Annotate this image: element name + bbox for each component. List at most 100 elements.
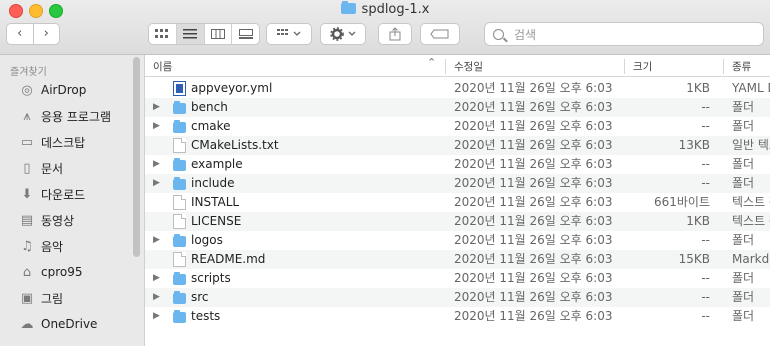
file-size: -- xyxy=(701,176,710,190)
file-size: -- xyxy=(701,157,710,171)
folder-icon xyxy=(173,272,186,285)
tag-button[interactable] xyxy=(420,23,460,45)
file-row[interactable]: README.md 2020년 11월 26일 오후 6:03 15KB Markdo xyxy=(145,250,770,269)
file-date: 2020년 11월 26일 오후 6:03 xyxy=(454,309,613,323)
file-kind: YAML D xyxy=(732,81,770,95)
document-icon xyxy=(173,138,186,153)
home-icon: ⌂ xyxy=(22,264,32,280)
folder-icon xyxy=(173,291,186,304)
file-date: 2020년 11월 26일 오후 6:03 xyxy=(454,176,613,190)
file-row[interactable]: ▶ bench 2020년 11월 26일 오후 6:03 -- 폴더 xyxy=(145,98,770,117)
column-divider[interactable] xyxy=(624,59,625,74)
sidebar-item-label: 다운로드 xyxy=(41,187,86,202)
sidebar-item-label: 문서 xyxy=(41,161,64,176)
file-row[interactable]: ▶ include 2020년 11월 26일 오후 6:03 -- 폴더 xyxy=(145,174,770,193)
sidebar-item-cpro95[interactable]: ⌂ cpro95 xyxy=(0,259,140,285)
icon-grid-icon xyxy=(155,29,169,38)
disclosure-triangle-icon[interactable]: ▶ xyxy=(153,117,160,136)
sidebar-item-응용 프로그램[interactable]: ⩚ 응용 프로그램 xyxy=(0,103,140,129)
disclosure-triangle-icon[interactable]: ▶ xyxy=(153,231,160,250)
file-size: 661바이트 xyxy=(653,195,710,209)
sidebar-item-데스크탑[interactable]: ▭ 데스크탑 xyxy=(0,129,140,155)
gear-icon xyxy=(330,27,356,41)
file-row[interactable]: ▶ src 2020년 11월 26일 오후 6:03 -- 폴더 xyxy=(145,288,770,307)
sidebar-item-문서[interactable]: ▯ 문서 xyxy=(0,155,140,181)
disclosure-triangle-icon[interactable]: ▶ xyxy=(153,269,160,288)
file-row[interactable]: LICENSE 2020년 11월 26일 오후 6:03 1KB 텍스트 편 xyxy=(145,212,770,231)
file-row[interactable]: ▶ logos 2020년 11월 26일 오후 6:03 -- 폴더 xyxy=(145,231,770,250)
file-size: -- xyxy=(701,100,710,114)
search-field[interactable]: 검색 xyxy=(484,22,764,46)
file-row[interactable]: ▶ scripts 2020년 11월 26일 오후 6:03 -- 폴더 xyxy=(145,269,770,288)
columns-icon xyxy=(210,29,225,39)
title-bar: spdlog-1.x ‹ › 검색 xyxy=(0,0,770,55)
sidebar-item-OneDrive[interactable]: ☁ OneDrive xyxy=(0,311,140,337)
disclosure-triangle-icon[interactable]: ▶ xyxy=(153,288,160,307)
file-kind: 폴더 xyxy=(732,290,755,304)
disclosure-triangle-icon[interactable]: ▶ xyxy=(153,98,160,117)
group-by-button[interactable] xyxy=(266,23,312,45)
file-size: -- xyxy=(701,119,710,133)
document-icon xyxy=(173,214,186,229)
back-button[interactable]: ‹ xyxy=(7,24,34,44)
file-date: 2020년 11월 26일 오후 6:03 xyxy=(454,290,613,304)
file-date: 2020년 11월 26일 오후 6:03 xyxy=(454,157,613,171)
document-icon xyxy=(173,195,186,210)
disclosure-triangle-icon[interactable]: ▶ xyxy=(153,307,160,326)
column-kind[interactable]: 종류 xyxy=(732,59,751,74)
sidebar-item-그림[interactable]: ▣ 그림 xyxy=(0,285,140,311)
file-name: logos xyxy=(191,233,223,247)
file-date: 2020년 11월 26일 오후 6:03 xyxy=(454,252,613,266)
file-kind: 폴더 xyxy=(732,119,755,133)
sidebar-item-다운로드[interactable]: ⬇ 다운로드 xyxy=(0,181,140,207)
file-row[interactable]: CMakeLists.txt 2020년 11월 26일 오후 6:03 13KB 일… xyxy=(145,136,770,155)
group-icon xyxy=(277,29,301,36)
file-date: 2020년 11월 26일 오후 6:03 xyxy=(454,271,613,285)
file-row[interactable]: ▶ example 2020년 11월 26일 오후 6:03 -- 폴더 xyxy=(145,155,770,174)
file-row[interactable]: appveyor.yml 2020년 11월 26일 오후 6:03 1KB YAML… xyxy=(145,79,770,98)
column-view-button[interactable] xyxy=(205,24,233,44)
file-size: 1KB xyxy=(686,81,710,95)
column-divider[interactable] xyxy=(723,59,724,74)
file-row[interactable]: ▶ tests 2020년 11월 26일 오후 6:03 -- 폴더 xyxy=(145,307,770,326)
sidebar-item-동영상[interactable]: ▤ 동영상 xyxy=(0,207,140,233)
file-name: INSTALL xyxy=(191,195,240,209)
movies-icon: ▤ xyxy=(20,212,34,228)
sidebar-item-label: 응용 프로그램 xyxy=(41,109,112,124)
forward-button[interactable]: › xyxy=(34,24,60,44)
file-size: 15KB xyxy=(678,252,710,266)
file-size: -- xyxy=(701,271,710,285)
file-date: 2020년 11월 26일 오후 6:03 xyxy=(454,138,613,152)
file-date: 2020년 11월 26일 오후 6:03 xyxy=(454,214,613,228)
disclosure-triangle-icon[interactable]: ▶ xyxy=(153,155,160,174)
file-row[interactable]: ▶ cmake 2020년 11월 26일 오후 6:03 -- 폴더 xyxy=(145,117,770,136)
file-kind: 폴더 xyxy=(732,233,755,247)
column-date[interactable]: 수정일 xyxy=(454,59,483,74)
file-kind: 폴더 xyxy=(732,271,755,285)
sidebar-item-label: 데스크탑 xyxy=(41,135,86,150)
sidebar-item-AirDrop[interactable]: ◎ AirDrop xyxy=(0,77,140,103)
pictures-icon: ▣ xyxy=(20,290,34,306)
sidebar-item-label: AirDrop xyxy=(41,83,87,97)
column-name[interactable]: 이름 xyxy=(153,59,172,74)
window-title: spdlog-1.x xyxy=(0,1,770,17)
file-name: include xyxy=(191,176,235,190)
folder-icon xyxy=(173,101,186,114)
file-name: CMakeLists.txt xyxy=(191,138,279,152)
share-button[interactable] xyxy=(378,23,412,45)
action-button[interactable] xyxy=(320,23,366,45)
gallery-view-button[interactable] xyxy=(232,24,259,44)
share-icon xyxy=(389,27,401,41)
list-view-button[interactable] xyxy=(176,24,205,44)
disclosure-triangle-icon[interactable]: ▶ xyxy=(153,174,160,193)
icon-view-button[interactable] xyxy=(149,24,177,44)
sidebar-item-음악[interactable]: ♫ 음악 xyxy=(0,233,140,259)
documents-icon: ▯ xyxy=(23,160,31,176)
file-kind: 폴더 xyxy=(732,176,755,190)
column-divider[interactable] xyxy=(445,59,446,74)
file-row[interactable]: INSTALL 2020년 11월 26일 오후 6:03 661바이트 텍스트 편 xyxy=(145,193,770,212)
gallery-icon xyxy=(238,29,253,39)
sidebar-item-label: 음악 xyxy=(41,239,64,254)
column-size[interactable]: 크기 xyxy=(633,59,652,74)
sidebar-item-label: OneDrive xyxy=(41,317,98,331)
